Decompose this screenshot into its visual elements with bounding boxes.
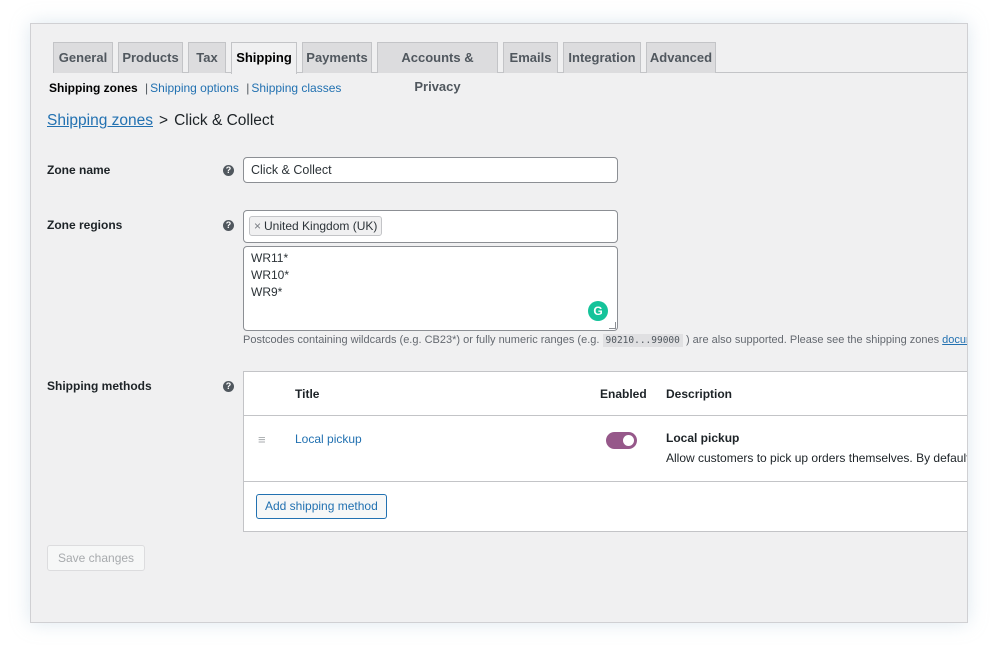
postcode-line: WR9* <box>251 285 283 299</box>
tab-payments[interactable]: Payments <box>302 42 372 73</box>
settings-tabs: General Products Tax Shipping Payments A… <box>53 42 967 94</box>
postcode-note-text: Postcodes containing wildcards (e.g. CB2… <box>243 334 600 346</box>
grammarly-icon[interactable]: G <box>588 301 608 321</box>
tab-integration[interactable]: Integration <box>563 42 641 73</box>
region-chip-label: United Kingdom (UK) <box>264 219 378 233</box>
tab-tax[interactable]: Tax <box>188 42 226 73</box>
column-enabled: Enabled <box>600 387 647 401</box>
resize-handle-icon[interactable] <box>609 322 616 329</box>
subnav-shipping-options[interactable]: Shipping options <box>150 81 239 95</box>
breadcrumb-separator: > <box>159 112 169 129</box>
tab-accounts-privacy[interactable]: Accounts & Privacy <box>377 42 498 94</box>
zone-name-label: Zone name <box>47 163 111 177</box>
region-chip: × United Kingdom (UK) <box>249 216 383 236</box>
breadcrumb-shipping-zones-link[interactable]: Shipping zones <box>47 112 153 129</box>
page-title: Shipping zones > Click & Collect <box>47 112 274 130</box>
postcode-line: WR11* <box>251 251 289 265</box>
tab-emails[interactable]: Emails <box>503 42 558 73</box>
tab-products[interactable]: Products <box>118 42 183 73</box>
postcode-help-text: Postcodes containing wildcards (e.g. CB2… <box>243 334 967 347</box>
local-pickup-link[interactable]: Local pickup <box>295 432 362 446</box>
postcodes-textarea[interactable]: WR11* WR10* WR9* G <box>243 246 618 331</box>
column-description: Description <box>666 387 733 401</box>
zone-regions-select[interactable]: × United Kingdom (UK) <box>243 210 618 243</box>
shipping-methods-label: Shipping methods <box>47 379 152 393</box>
subnav-separator: | <box>145 81 149 95</box>
add-shipping-method-button[interactable]: Add shipping method <box>256 494 387 519</box>
table-header: Title Enabled Description <box>244 372 967 416</box>
remove-region-icon[interactable]: × <box>254 219 261 233</box>
help-icon[interactable]: ? <box>223 220 234 231</box>
table-row: ≡ Local pickup Local pickup Allow custom… <box>244 416 967 482</box>
zone-regions-label: Zone regions <box>47 218 123 232</box>
postcode-note-text: ) are also supported. Please see the shi… <box>685 334 940 346</box>
subnav-separator: | <box>246 81 250 95</box>
subnav-shipping-zones[interactable]: Shipping zones <box>49 81 138 95</box>
save-changes-button[interactable]: Save changes <box>47 545 146 571</box>
postcode-range-example: 90210...99000 <box>602 334 683 347</box>
tab-general[interactable]: General <box>53 42 113 73</box>
tab-shipping[interactable]: Shipping <box>231 42 297 74</box>
documentation-link[interactable]: documentation <box>942 334 967 346</box>
column-title: Title <box>295 387 320 401</box>
method-description: Allow customers to pick up orders themse… <box>666 451 967 465</box>
shipping-subnav: Shipping zones | Shipping options | Shippi… <box>49 81 341 95</box>
zone-title: Click & Collect <box>174 112 274 129</box>
shipping-methods-table: Title Enabled Description ≡ Local pickup… <box>243 371 967 532</box>
help-icon[interactable]: ? <box>223 165 234 176</box>
zone-name-input[interactable]: Click & Collect <box>243 157 618 183</box>
tab-advanced[interactable]: Advanced <box>646 42 716 73</box>
help-icon[interactable]: ? <box>223 381 234 392</box>
postcode-line: WR10* <box>251 268 290 282</box>
enabled-toggle[interactable] <box>606 432 637 449</box>
drag-handle-icon[interactable]: ≡ <box>258 432 266 447</box>
method-description-title: Local pickup <box>666 431 740 445</box>
settings-panel: General Products Tax Shipping Payments A… <box>30 23 968 623</box>
subnav-shipping-classes[interactable]: Shipping classes <box>251 81 341 95</box>
